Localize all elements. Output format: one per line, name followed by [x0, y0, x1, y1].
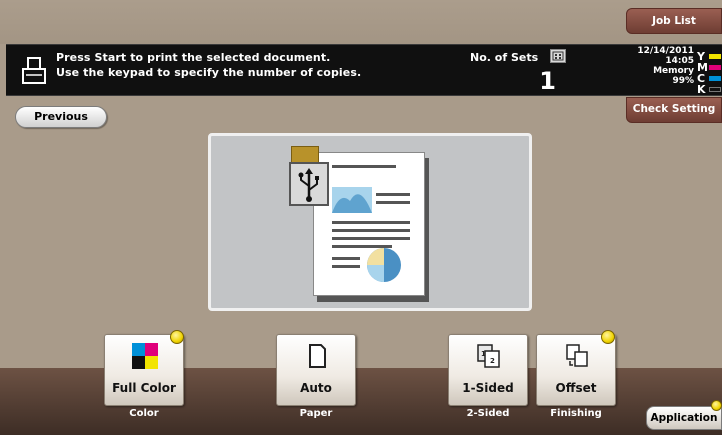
keypad-icon[interactable] — [550, 49, 566, 63]
color-indicator — [170, 330, 184, 344]
finishing-caption: Finishing — [550, 408, 602, 419]
offset-stack-icon — [566, 344, 588, 367]
sets-value: 1 — [539, 67, 556, 95]
document-page-icon — [313, 152, 425, 296]
finishing-button[interactable]: Offset — [536, 334, 616, 406]
memory-value: 99% — [672, 76, 694, 86]
svg-text:1: 1 — [481, 350, 486, 358]
finishing-indicator — [601, 330, 615, 344]
finishing-button-label: Offset — [555, 381, 597, 395]
paper-sheet-icon — [309, 344, 326, 368]
job-list-button[interactable]: Job List — [626, 8, 722, 34]
color-squares-icon — [132, 343, 158, 369]
top-strip — [0, 0, 722, 44]
date-text: 12/14/2011 — [637, 46, 694, 56]
status-message-line1: Press Start to print the selected docume… — [56, 51, 331, 64]
datetime-memory: 12/14/2011 14:05 Memory 99% — [618, 46, 694, 86]
svg-text:2: 2 — [490, 357, 495, 365]
paper-caption: Paper — [299, 408, 333, 419]
duplex-caption: 2-Sided — [466, 408, 510, 419]
sets-label: No. of Sets — [470, 51, 539, 64]
duplex-button-label: 1-Sided — [462, 381, 514, 395]
toner-levels: Y M C K — [697, 51, 722, 95]
color-button-label: Full Color — [112, 381, 176, 395]
duplex-button[interactable]: 1 2 1-Sided — [448, 334, 528, 406]
printer-icon — [22, 57, 46, 84]
memory-label: Memory — [653, 66, 694, 76]
application-indicator — [711, 400, 722, 411]
paper-button-label: Auto — [300, 381, 332, 395]
status-bar: Press Start to print the selected docume… — [6, 44, 722, 96]
document-preview — [208, 133, 532, 311]
check-setting-button[interactable]: Check Setting — [626, 97, 722, 123]
toner-black: K — [697, 84, 722, 95]
previous-button[interactable]: Previous — [15, 106, 107, 128]
paper-button[interactable]: Auto — [276, 334, 356, 406]
usb-icon — [289, 162, 329, 206]
color-caption: Color — [129, 408, 159, 419]
color-button[interactable]: Full Color — [104, 334, 184, 406]
status-message-line2: Use the keypad to specify the number of … — [56, 66, 362, 79]
duplex-pages-icon: 1 2 — [477, 344, 500, 368]
application-button[interactable]: Application — [646, 406, 722, 430]
time-text: 14:05 — [665, 56, 694, 66]
